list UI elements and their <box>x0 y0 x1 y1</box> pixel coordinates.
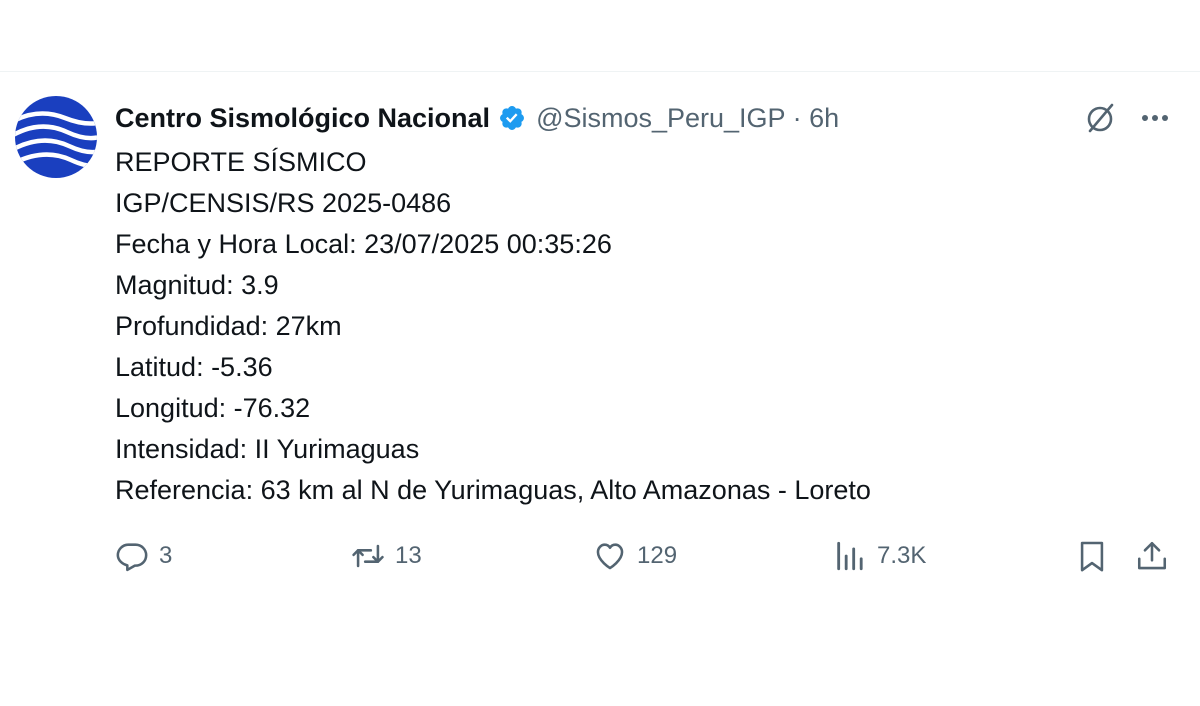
reply-icon <box>116 543 148 572</box>
author-name[interactable]: Centro Sismológico Nacional <box>115 103 490 134</box>
like-count: 129 <box>637 542 678 569</box>
verified-badge-icon <box>500 106 525 130</box>
like-icon <box>596 543 624 570</box>
tweet-line-latitude: Latitud: -5.36 <box>115 352 273 382</box>
grok-icon[interactable] <box>1082 100 1118 136</box>
views-count: 7.3K <box>877 542 927 569</box>
share-button[interactable] <box>1135 534 1169 578</box>
tweet-line-intensity: Intensidad: II Yurimaguas <box>115 434 420 464</box>
reply-count: 3 <box>159 542 173 569</box>
repost-button[interactable]: 13 <box>351 534 422 578</box>
bookmark-icon <box>1080 541 1104 572</box>
avatar[interactable] <box>15 96 97 178</box>
tweet-line-datetime: Fecha y Hora Local: 23/07/2025 00:35:26 <box>115 229 612 259</box>
top-divider <box>0 71 1200 72</box>
tweet-line-report-id: IGP/CENSIS/RS 2025-0486 <box>115 188 452 218</box>
more-icon[interactable] <box>1138 104 1172 132</box>
tweet-actions: 3 13 129 7.3K <box>115 534 1175 578</box>
tweet-line-reference: Referencia: 63 km al N de Yurimaguas, Al… <box>115 475 871 505</box>
tweet-text: REPORTE SÍSMICO IGP/CENSIS/RS 2025-0486 … <box>115 142 1175 511</box>
tweet-line-title: REPORTE SÍSMICO <box>115 147 367 177</box>
tweet-header: Centro Sismológico Nacional @Sismos_Peru… <box>115 98 839 138</box>
tweet-line-depth: Profundidad: 27km <box>115 311 342 341</box>
share-icon <box>1137 541 1167 570</box>
repost-count: 13 <box>395 542 422 569</box>
views-button[interactable]: 7.3K <box>833 534 926 578</box>
tweet-line-magnitude: Magnitud: 3.9 <box>115 270 279 300</box>
tweet-line-longitude: Longitud: -76.32 <box>115 393 311 423</box>
handle-and-time[interactable]: @Sismos_Peru_IGP · 6h <box>536 103 839 134</box>
like-button[interactable]: 129 <box>593 534 677 578</box>
views-icon <box>837 541 863 571</box>
repost-icon <box>352 544 384 568</box>
bookmark-button[interactable] <box>1075 534 1109 578</box>
reply-button[interactable]: 3 <box>115 534 172 578</box>
